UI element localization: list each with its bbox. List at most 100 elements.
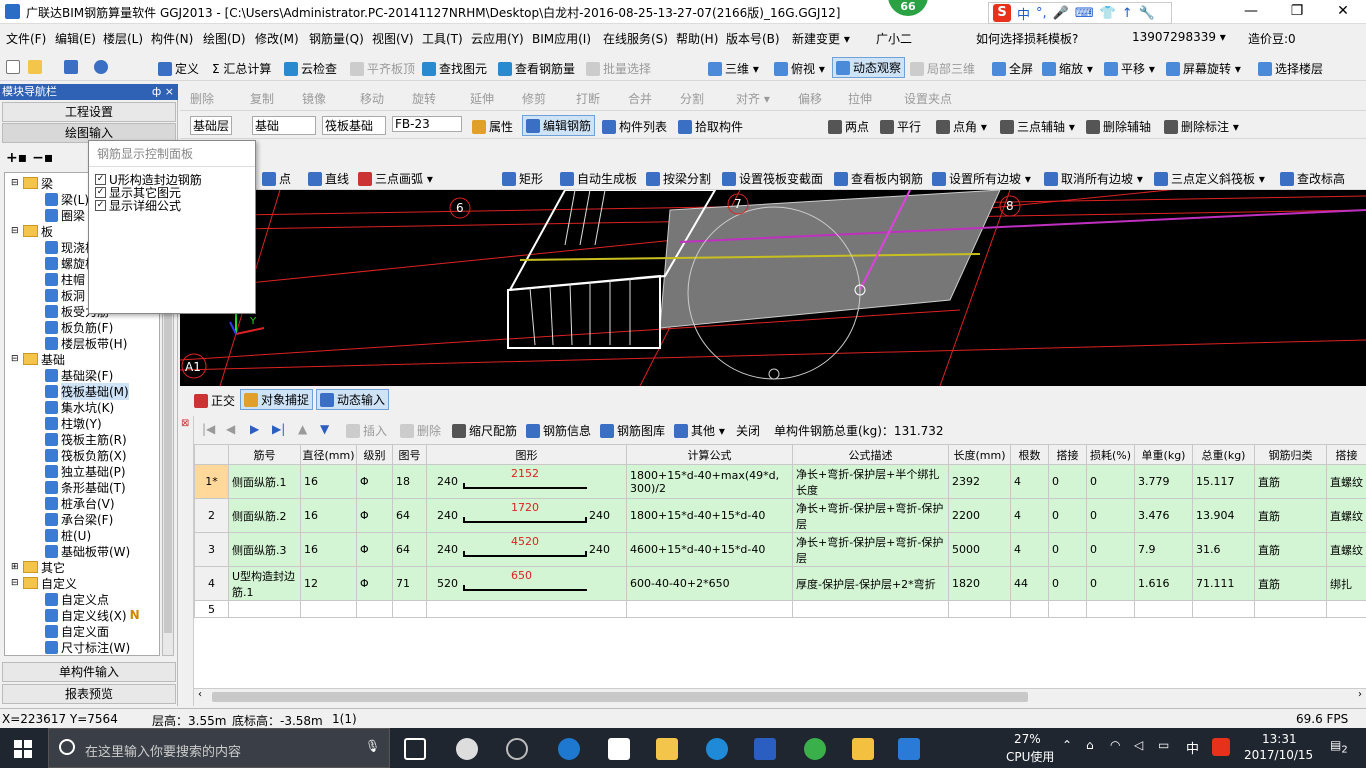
account-phone[interactable]: 13907298339 ▾ [1132,30,1226,44]
cell-laptype[interactable]: 直螺纹 [1326,464,1366,499]
microphone-icon[interactable]: 🎙 [365,739,380,753]
column-header[interactable]: 搭接 [1326,444,1366,465]
ortho-toggle[interactable]: 正交 [194,392,235,409]
cell-dia[interactable]: 12 [300,566,357,601]
menu-assistant[interactable]: 广小二 [876,30,912,47]
column-header[interactable]: 钢筋归类 [1254,444,1327,465]
tree-folder[interactable]: ⊟ 板 [11,223,53,239]
cell-lap[interactable]: 0 [1048,566,1087,601]
new-file-icon[interactable] [6,60,20,74]
grid-horizontal-scrollbar[interactable]: ‹ › [194,688,1366,704]
properties-button[interactable]: 属性 [472,118,513,135]
cell-grade[interactable]: Φ [356,532,393,567]
rebar-shape-cell[interactable]: 520 650 [426,566,627,601]
column-header[interactable]: 搭接 [1048,444,1087,465]
screen-rotate-button[interactable]: 屏幕旋转 ▾ [1166,60,1241,77]
menu-online[interactable]: 在线服务(S) [603,30,668,47]
menu-draw[interactable]: 绘图(D) [203,30,246,47]
edge-browser-icon[interactable] [558,738,580,760]
tree-item[interactable]: 自定义线(X) N [45,607,140,623]
notification-icon[interactable]: ▤2 [1330,738,1348,755]
check-elevation-button[interactable]: 查改标高 [1280,170,1345,187]
help-link[interactable]: 如何选择损耗模板? [976,30,1078,47]
expand-toggle-icon[interactable]: ⊟ [11,178,20,188]
close-grid-icon[interactable]: ⊠ [181,418,189,429]
column-header[interactable]: 图号 [392,444,427,465]
empty-cell[interactable] [948,600,1011,618]
tree-item[interactable]: 集水坑(K) [45,399,114,415]
tree-item[interactable]: 圈梁 [45,207,85,223]
floor-select[interactable]: 基础 [252,116,316,135]
tree-item[interactable]: 独立基础(P) [45,463,126,479]
tree-item[interactable]: 柱帽 [45,271,85,287]
cell-name[interactable]: 侧面纵筋.1 [228,464,301,499]
menu-new-change[interactable]: 新建变更 ▾ [792,30,850,47]
tree-item[interactable]: 条形基础(T) [45,479,126,495]
column-header[interactable]: 总重(kg) [1192,444,1255,465]
row-number[interactable]: 5 [194,600,229,618]
tree-item[interactable]: 楼层板带(H) [45,335,127,351]
define-button[interactable]: 定义 [158,60,199,77]
rectangle-draw-button[interactable]: 矩形 [502,170,543,187]
tree-item[interactable]: 自定义面 [45,623,109,639]
empty-cell[interactable] [1048,600,1087,618]
cell-len[interactable]: 2200 [948,498,1011,533]
ime-item[interactable]: °, [1036,6,1047,21]
three-point-slope-button[interactable]: 三点定义斜筏板 ▾ [1154,170,1265,187]
expand-all-icon[interactable]: +▪ −▪ [6,150,53,166]
cell-dia[interactable]: 16 [300,464,357,499]
scroll-left-icon[interactable]: ‹ [198,689,202,700]
empty-cell[interactable] [1254,600,1327,618]
row-number[interactable]: 3 [194,532,229,567]
cell-unit[interactable]: 3.476 [1134,498,1193,533]
cell-cls[interactable]: 直筋 [1254,566,1327,601]
move-button[interactable]: 移动 [360,90,384,107]
save-icon[interactable] [64,60,78,74]
table-row[interactable]: 1* 侧面纵筋.1 16 Φ 18 240 2152 1800+15*d-40+max(49*… [194,464,1366,499]
delete-axis-button[interactable]: 删除辅轴 [1086,118,1151,135]
row-number[interactable]: 1* [194,464,229,499]
ime-toolbar[interactable]: S 中 °, 🎤 ⌨ 👕 ↑ 🔧 [988,2,1172,24]
empty-cell[interactable] [426,600,627,618]
cell-grade[interactable]: Φ [356,464,393,499]
zoom-button[interactable]: 缩放 ▾ [1042,60,1093,77]
menu-cloud[interactable]: 云应用(Y) [471,30,524,47]
cell-loss[interactable]: 0 [1086,566,1135,601]
column-header[interactable]: 计算公式 [626,444,793,465]
empty-cell[interactable] [626,600,793,618]
object-snap-toggle[interactable]: 对象捕捉 [240,389,314,410]
menu-file[interactable]: 文件(F) [6,30,46,47]
mirror-button[interactable]: 镜像 [302,90,326,107]
column-header[interactable] [194,444,229,465]
next-record-button[interactable]: ▶ [250,422,259,436]
delete-dimension-button[interactable]: 删除标注 ▾ [1164,118,1239,135]
empty-cell[interactable] [1326,600,1366,618]
dynamic-orbit-button[interactable]: 动态观察 [832,57,906,78]
empty-cell[interactable] [792,600,949,618]
row-number[interactable]: 4 [194,566,229,601]
auto-slab-button[interactable]: 自动生成板 [560,170,637,187]
tree-item[interactable]: 筏板主筋(R) [45,431,127,447]
cell-desc[interactable]: 净长+弯折-保护层+弯折-保护层 [792,498,949,533]
select-floor-button[interactable]: 选择楼层 [1258,60,1323,77]
menu-floor[interactable]: 楼层(L) [103,30,143,47]
delete-button[interactable]: 删除 [190,90,214,107]
delete-row-button[interactable]: 删除 [400,422,441,439]
tree-item[interactable]: 尺寸标注(W) [45,639,130,655]
cell-lap[interactable]: 0 [1048,498,1087,533]
rebar-shape-cell[interactable]: 240 1720 240 [426,498,627,533]
project-settings-button[interactable]: 工程设置 [2,102,176,122]
glodon-app-icon[interactable] [754,738,776,760]
cell-cls[interactable]: 直筋 [1254,464,1327,499]
expand-toggle-icon[interactable]: ⊟ [11,226,20,236]
tree-item[interactable]: 筏板负筋(X) [45,447,127,463]
cell-total[interactable]: 15.117 [1192,464,1255,499]
prev-record-button[interactable]: ◀ [226,422,235,436]
pin-close-icon[interactable]: ф × [152,84,174,100]
split-by-beam-button[interactable]: 按梁分割 [646,170,711,187]
cell-len[interactable]: 1820 [948,566,1011,601]
network-icon[interactable]: ⌂ [1086,738,1094,752]
point-angle-axis-button[interactable]: 点角 ▾ [936,118,987,135]
arrow-up-icon[interactable]: ↑ [1122,6,1133,21]
ime-item[interactable]: 中 [1017,4,1030,23]
